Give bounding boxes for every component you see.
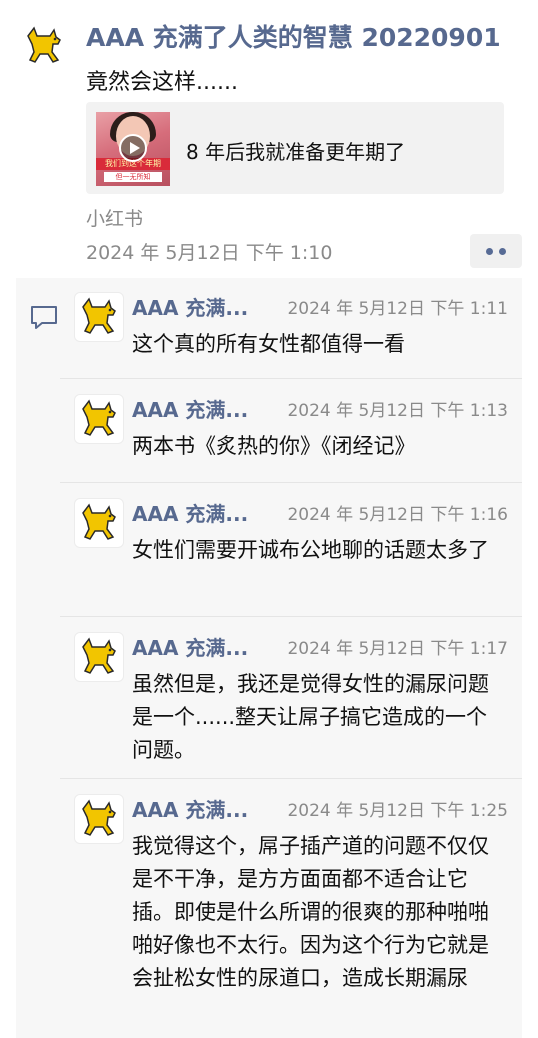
- comment-text: 女性们需要开诚布公地聊的话题太多了: [132, 538, 489, 562]
- divider: [60, 482, 522, 483]
- commenter-name[interactable]: AAA 充满...: [132, 498, 248, 527]
- more-actions-button[interactable]: [470, 234, 522, 268]
- comment-text: 两本书《炙热的你》《闭经记》: [132, 434, 416, 458]
- dot-icon: [499, 248, 506, 255]
- comment-item[interactable]: AAA 充满... 2024 年 5月12日 下午 1:13 两本书《炙热的你》…: [16, 380, 522, 482]
- post-text: 竟然会这样......: [86, 70, 238, 95]
- commenter-name[interactable]: AAA 充满...: [132, 794, 248, 823]
- comment-text: 这个真的所有女性都值得一看: [132, 332, 405, 356]
- yellow-dog-icon: [82, 297, 116, 334]
- dot-icon: [486, 248, 493, 255]
- comment-timestamp: 2024 年 5月12日 下午 1:11: [287, 299, 508, 319]
- comment-timestamp: 2024 年 5月12日 下午 1:16: [287, 505, 508, 525]
- comment-timestamp: 2024 年 5月12日 下午 1:13: [287, 401, 508, 421]
- divider: [60, 616, 522, 617]
- yellow-dog-icon: [82, 637, 116, 674]
- video-thumbnail: 我们到这个年期 但一无所知: [96, 112, 170, 186]
- commenter-name[interactable]: AAA 充满...: [132, 394, 248, 423]
- comment-item[interactable]: AAA 充满... 2024 年 5月12日 下午 1:16 女性们需要开诚布公…: [16, 484, 522, 616]
- play-icon: [119, 134, 147, 162]
- comment-item[interactable]: AAA 充满... 2024 年 5月12日 下午 1:11 这个真的所有女性都…: [16, 278, 522, 378]
- commenter-name[interactable]: AAA 充满...: [132, 292, 248, 321]
- shared-link-title: 8 年后我就准备更年期了: [186, 140, 406, 164]
- shared-link-card[interactable]: 我们到这个年期 但一无所知 8 年后我就准备更年期了: [86, 102, 504, 194]
- commenter-name[interactable]: AAA 充满...: [132, 632, 248, 661]
- comment-text: 我觉得这个，屌子插产道的问题不仅仅是不干净，是方方面面都不适合让它插。即使是什么…: [132, 834, 489, 990]
- post-timestamp: 2024 年 5月12日 下午 1:10: [86, 242, 333, 264]
- comment-timestamp: 2024 年 5月12日 下午 1:25: [287, 801, 508, 821]
- divider: [60, 778, 522, 779]
- yellow-dog-icon: [82, 399, 116, 436]
- comment-timestamp: 2024 年 5月12日 下午 1:17: [287, 639, 508, 659]
- post-source[interactable]: 小红书: [86, 204, 143, 231]
- yellow-dog-icon: [82, 503, 116, 540]
- commenter-avatar[interactable]: [74, 394, 124, 444]
- commenter-avatar[interactable]: [74, 498, 124, 548]
- yellow-dog-icon: [82, 799, 116, 836]
- post-author-name[interactable]: AAA 充满了人类的智慧 20220901: [86, 18, 516, 54]
- divider: [60, 378, 522, 379]
- post-avatar[interactable]: [20, 22, 68, 70]
- commenter-avatar[interactable]: [74, 794, 124, 844]
- comment-item[interactable]: AAA 充满... 2024 年 5月12日 下午 1:25 我觉得这个，屌子插…: [16, 780, 522, 1024]
- comments-panel: AAA 充满... 2024 年 5月12日 下午 1:11 这个真的所有女性都…: [16, 278, 522, 1038]
- comment-text: 虽然但是，我还是觉得女性的漏尿问题是一个......整天让屌子搞它造成的一个问题…: [132, 672, 489, 762]
- thumb-caption-2: 但一无所知: [104, 172, 162, 182]
- comment-item[interactable]: AAA 充满... 2024 年 5月12日 下午 1:17 虽然但是，我还是觉…: [16, 618, 522, 778]
- commenter-avatar[interactable]: [74, 632, 124, 682]
- yellow-dog-icon: [27, 26, 61, 63]
- commenter-avatar[interactable]: [74, 292, 124, 342]
